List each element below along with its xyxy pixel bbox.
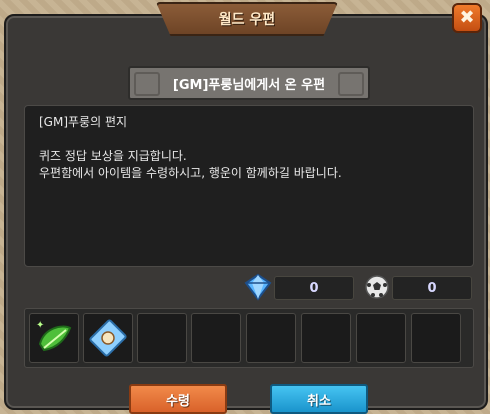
attachment-slot[interactable] bbox=[137, 313, 187, 363]
ornament-right bbox=[338, 72, 364, 96]
diamond-gem-icon bbox=[244, 273, 272, 301]
message-body: [GM]푸룽의 편지 퀴즈 정답 보상을 지급합니다. 우편함에서 아이템을 수… bbox=[24, 105, 474, 267]
attachment-slot[interactable] bbox=[356, 313, 406, 363]
window-title: 월드 우편 bbox=[218, 12, 276, 28]
close-button[interactable]: ✖ bbox=[452, 3, 482, 33]
ball-count: 0 bbox=[392, 276, 472, 300]
window-title-tab: 월드 우편 bbox=[156, 2, 338, 36]
ornament-left bbox=[134, 72, 160, 96]
gem-count: 0 bbox=[274, 276, 354, 300]
blue-card-item-icon bbox=[89, 319, 127, 357]
attachment-slot[interactable]: ✦ bbox=[29, 313, 79, 363]
attachment-slots: ✦ bbox=[24, 308, 474, 368]
attachment-slot[interactable] bbox=[411, 313, 461, 363]
message-heading: [GM]푸룽의 편지 bbox=[39, 115, 128, 129]
svg-text:✦: ✦ bbox=[36, 320, 44, 331]
attachment-slot[interactable] bbox=[83, 313, 133, 363]
message-line: 퀴즈 정답 보상을 지급합니다. bbox=[39, 149, 187, 163]
attachment-slot[interactable] bbox=[301, 313, 351, 363]
mail-window: [GM]푸룽님에게서 온 우편 [GM]푸룽의 편지 퀴즈 정답 보상을 지급합… bbox=[4, 14, 488, 414]
green-leaf-item-icon: ✦ bbox=[36, 320, 72, 352]
sender-title: [GM]푸룽님에게서 온 우편 bbox=[172, 77, 326, 93]
cancel-button[interactable]: 취소 bbox=[270, 384, 368, 414]
attachment-slot[interactable] bbox=[246, 313, 296, 363]
soccer-ball-icon bbox=[365, 275, 389, 299]
attachment-slot[interactable] bbox=[191, 313, 241, 363]
message-line: 우편함에서 아이템을 수령하시고, 행운이 함께하길 바랍니다. bbox=[39, 166, 342, 180]
sender-header: [GM]푸룽님에게서 온 우편 bbox=[128, 66, 370, 100]
close-icon: ✖ bbox=[459, 7, 475, 28]
receive-button[interactable]: 수령 bbox=[129, 384, 227, 414]
